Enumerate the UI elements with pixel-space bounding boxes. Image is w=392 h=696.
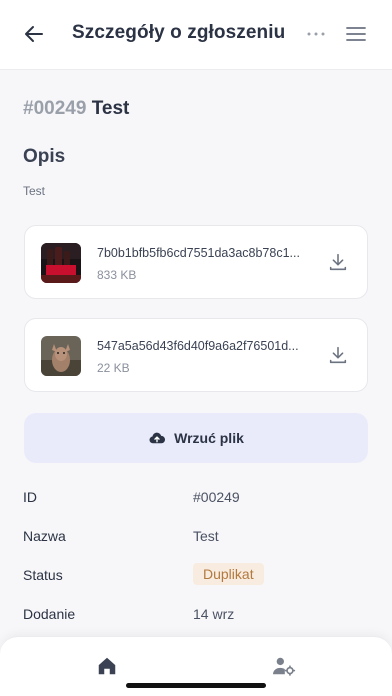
status-badge: Duplikat xyxy=(193,563,264,585)
ticket-name: Test xyxy=(91,98,130,119)
home-indicator-bar xyxy=(126,683,266,688)
upload-file-button[interactable]: Wrzuć plik xyxy=(24,413,368,463)
description-heading: Opis xyxy=(23,146,66,167)
file-name: 547a5a56d43f6d40f9a6a2f76501d... xyxy=(97,339,299,353)
hamburger-menu-icon[interactable] xyxy=(344,22,368,46)
ticket-title: #00249 Test xyxy=(23,98,129,120)
detail-value: 14 wrz xyxy=(193,606,235,622)
detail-label: Status xyxy=(23,567,63,583)
cloud-upload-icon xyxy=(149,432,166,444)
upload-file-label: Wrzuć plik xyxy=(174,430,244,446)
download-icon[interactable] xyxy=(327,251,349,273)
back-arrow-icon[interactable] xyxy=(22,22,46,46)
detail-row-name: Nazwa Test xyxy=(23,524,368,548)
ticket-number: #00249 xyxy=(23,98,87,119)
user-settings-icon[interactable] xyxy=(272,655,296,677)
detail-value: Test xyxy=(193,528,219,544)
app-header: Szczegóły o zgłoszeniu xyxy=(0,0,392,70)
file-size: 22 KB xyxy=(97,361,130,375)
home-icon[interactable] xyxy=(96,655,118,677)
detail-label: Dodanie xyxy=(23,606,76,622)
file-name: 7b0b1bfb5fb6cd7551da3ac8b78c1... xyxy=(97,246,300,260)
file-card[interactable]: 7b0b1bfb5fb6cd7551da3ac8b78c1... 833 KB xyxy=(24,225,368,299)
page-title: Szczegóły o zgłoszeniu xyxy=(72,22,286,43)
file-size: 833 KB xyxy=(97,268,137,282)
detail-value: #00249 xyxy=(193,489,240,505)
file-card[interactable]: 547a5a56d43f6d40f9a6a2f76501d... 22 KB xyxy=(24,318,368,392)
detail-row-id: ID #00249 xyxy=(23,485,368,509)
kangaroo-thumbnail xyxy=(41,336,81,376)
detail-row-created: Dodanie 14 wrz xyxy=(23,602,368,626)
detail-row-status: Status Duplikat xyxy=(23,563,368,587)
more-dots-icon[interactable] xyxy=(304,22,328,46)
cola-bottles-thumbnail xyxy=(41,243,81,283)
detail-label: ID xyxy=(23,489,37,505)
detail-label: Nazwa xyxy=(23,528,66,544)
download-icon[interactable] xyxy=(327,344,349,366)
description-text: Test xyxy=(23,184,46,198)
